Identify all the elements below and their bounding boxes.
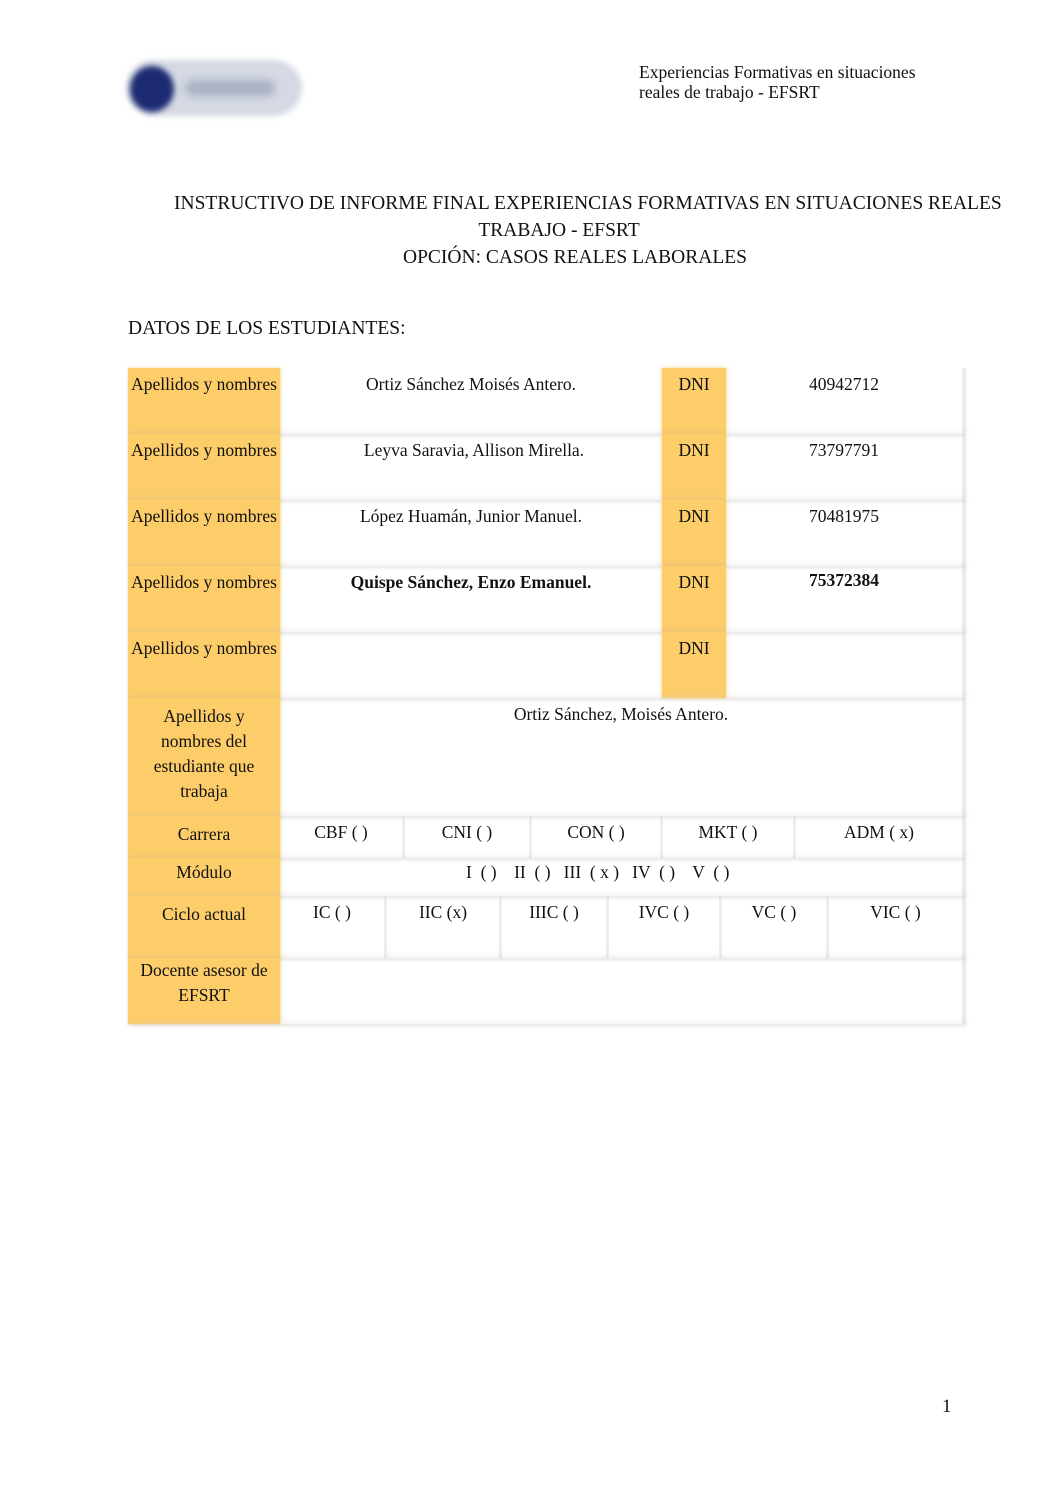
carrera-option-con[interactable]: CON ( ) bbox=[532, 816, 663, 858]
carrera-option-cbf[interactable]: CBF ( ) bbox=[280, 816, 405, 858]
modulo-options[interactable]: I ( ) II ( ) III ( x ) IV ( ) V ( ) bbox=[280, 858, 966, 896]
dni-label: DNI bbox=[662, 434, 726, 500]
carrera-label: Carrera bbox=[128, 816, 280, 858]
docente-value[interactable] bbox=[280, 958, 966, 1024]
student-name-value[interactable]: Leyva Saravia, Allison Mirella. bbox=[280, 434, 662, 500]
header-note-line2: reales de trabajo - EFSRT bbox=[639, 82, 820, 102]
section-heading: DATOS DE LOS ESTUDIANTES: bbox=[128, 318, 406, 339]
student-row: Apellidos y nombres DNI bbox=[128, 632, 966, 698]
header-note-line1: Experiencias Formativas en situaciones bbox=[639, 62, 916, 82]
carrera-option-adm[interactable]: ADM ( x) bbox=[796, 816, 966, 858]
student-name-label: Apellidos y nombres bbox=[128, 632, 280, 698]
student-name-label: Apellidos y nombres bbox=[128, 566, 280, 632]
dni-value[interactable]: 70481975 bbox=[726, 500, 966, 566]
dni-value[interactable]: 40942712 bbox=[726, 368, 966, 434]
working-student-row: Apellidos y nombres del estudiante que t… bbox=[128, 698, 966, 816]
title-line1: INSTRUCTIVO DE INFORME FINAL EXPERIENCIA… bbox=[174, 193, 1002, 214]
student-row: Apellidos y nombres López Huamán, Junior… bbox=[128, 500, 966, 566]
student-name-label: Apellidos y nombres bbox=[128, 434, 280, 500]
dni-label: DNI bbox=[662, 566, 726, 632]
student-name-label: Apellidos y nombres bbox=[128, 368, 280, 434]
dni-value[interactable]: 75372384 bbox=[726, 566, 966, 632]
carrera-row: Carrera CBF ( ) CNI ( ) CON ( ) MKT ( ) … bbox=[128, 816, 966, 858]
student-name-value[interactable] bbox=[280, 632, 662, 698]
logo-mark bbox=[130, 66, 174, 112]
document-title: INSTRUCTIVO DE INFORME FINAL EXPERIENCIA… bbox=[0, 190, 1062, 271]
ciclo-label: Ciclo actual bbox=[128, 896, 280, 958]
working-student-label: Apellidos y nombres del estudiante que t… bbox=[128, 698, 280, 816]
student-name-value[interactable]: Quispe Sánchez, Enzo Emanuel. bbox=[280, 566, 662, 632]
student-name-label: Apellidos y nombres bbox=[128, 500, 280, 566]
student-row: Apellidos y nombres Leyva Saravia, Allis… bbox=[128, 434, 966, 500]
ciclo-option-iiic[interactable]: IIIC ( ) bbox=[502, 896, 609, 958]
dni-value[interactable] bbox=[726, 632, 966, 698]
dni-label: DNI bbox=[662, 368, 726, 434]
modulo-row: Módulo I ( ) II ( ) III ( x ) IV ( ) V (… bbox=[128, 858, 966, 896]
page-number: 1 bbox=[942, 1396, 952, 1417]
dni-label: DNI bbox=[662, 632, 726, 698]
carrera-option-mkt[interactable]: MKT ( ) bbox=[663, 816, 796, 858]
docente-row: Docente asesor de EFSRT bbox=[128, 958, 966, 1024]
carrera-option-cni[interactable]: CNI ( ) bbox=[405, 816, 532, 858]
title-line3: OPCIÓN: CASOS REALES LABORALES bbox=[402, 247, 747, 268]
modulo-label: Módulo bbox=[128, 858, 280, 896]
logo-wordmark bbox=[185, 80, 275, 96]
ciclo-option-vic[interactable]: VIC ( ) bbox=[829, 896, 966, 958]
docente-label: Docente asesor de EFSRT bbox=[128, 958, 280, 1024]
header-note: Experiencias Formativas en situaciones r… bbox=[639, 62, 916, 102]
student-name-value[interactable]: Ortiz Sánchez Moisés Antero. bbox=[280, 368, 662, 434]
working-student-value[interactable]: Ortiz Sánchez, Moisés Antero. bbox=[280, 698, 966, 816]
student-data-form: Apellidos y nombres Ortiz Sánchez Moisés… bbox=[128, 368, 966, 1024]
ciclo-option-vc[interactable]: VC ( ) bbox=[722, 896, 829, 958]
dni-label: DNI bbox=[662, 500, 726, 566]
student-row: Apellidos y nombres Ortiz Sánchez Moisés… bbox=[128, 368, 966, 434]
student-name-value[interactable]: López Huamán, Junior Manuel. bbox=[280, 500, 662, 566]
ciclo-option-ic[interactable]: IC ( ) bbox=[280, 896, 387, 958]
title-line2: TRABAJO - EFSRT bbox=[478, 220, 640, 241]
ciclo-option-ivc[interactable]: IVC ( ) bbox=[609, 896, 722, 958]
ciclo-row: Ciclo actual IC ( ) IIC (x) IIIC ( ) IVC… bbox=[128, 896, 966, 958]
student-row: Apellidos y nombres Quispe Sánchez, Enzo… bbox=[128, 566, 966, 632]
ciclo-option-iic[interactable]: IIC (x) bbox=[387, 896, 502, 958]
dni-value[interactable]: 73797791 bbox=[726, 434, 966, 500]
